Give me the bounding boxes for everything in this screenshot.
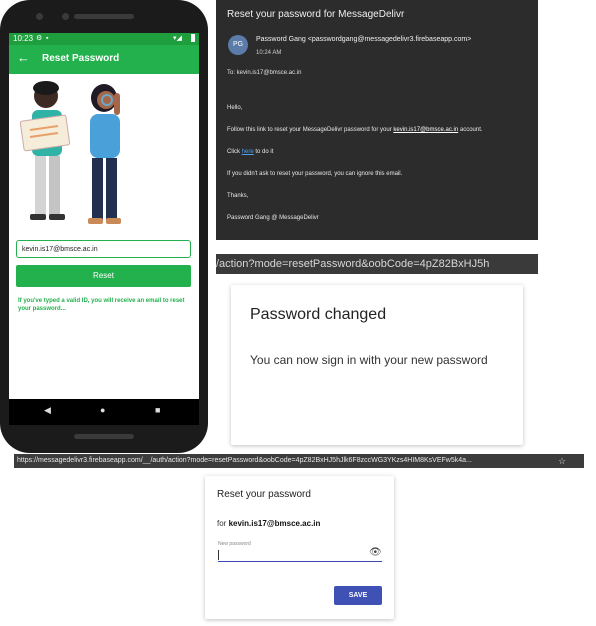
email-panel: Reset your password for MessageDelivr PG… bbox=[216, 0, 538, 240]
email-body: Hello, Follow this link to reset your Me… bbox=[227, 104, 532, 236]
new-password-input[interactable]: 👁 bbox=[218, 547, 382, 562]
phone-sensor bbox=[62, 13, 69, 20]
reset-button[interactable]: Reset bbox=[16, 265, 191, 287]
phone-frame: 10:23 ⚙ ▪ ▾◢ ← Reset Password kevin.is17… bbox=[0, 0, 208, 453]
new-password-label: New password bbox=[218, 541, 251, 547]
email-line-1: Follow this link to reset your MessageDe… bbox=[227, 127, 483, 133]
reset-password-card: Reset your password for kevin.is17@bmsce… bbox=[205, 476, 394, 619]
password-changed-card: Password changed You can now sign in wit… bbox=[231, 285, 523, 445]
reset-account-email: kevin.is17@bmsce.ac.in bbox=[228, 519, 321, 528]
email-thanks: Thanks, bbox=[227, 193, 249, 199]
account-link[interactable]: kevin.is17@bmsce.ac.in bbox=[393, 127, 458, 133]
nav-back-icon[interactable]: ◀ bbox=[44, 405, 51, 416]
sender-avatar: PG bbox=[228, 35, 248, 55]
app-bar-title: Reset Password bbox=[42, 53, 120, 64]
eye-icon[interactable]: 👁 bbox=[369, 547, 382, 558]
back-arrow-icon[interactable]: ← bbox=[17, 51, 30, 65]
phone-camera bbox=[36, 13, 43, 20]
save-button[interactable]: SAVE bbox=[334, 586, 382, 605]
reset-card-title: Reset your password bbox=[217, 489, 311, 500]
phone-screen: 10:23 ⚙ ▪ ▾◢ ← Reset Password kevin.is17… bbox=[9, 33, 199, 425]
email-time: 10:24 AM bbox=[256, 50, 282, 56]
email-subject: Reset your password for MessageDelivr bbox=[227, 9, 405, 20]
app-bar: ← Reset Password bbox=[9, 45, 199, 74]
email-line-3: If you didn't ask to reset your password… bbox=[227, 171, 403, 177]
email-signature: Password Gang @ MessageDelivr bbox=[227, 215, 319, 221]
url-fragment: /action?mode=resetPassword&oobCode=4pZ82… bbox=[216, 254, 538, 274]
status-time: 10:23 bbox=[13, 34, 34, 43]
password-changed-message: You can now sign in with your new passwo… bbox=[250, 353, 488, 367]
reset-hint: If you've typed a valid ID, you will rec… bbox=[18, 298, 185, 312]
people-illustration bbox=[19, 81, 121, 224]
email-greeting: Hello, bbox=[227, 105, 243, 111]
reset-link[interactable]: here bbox=[242, 149, 254, 155]
battery-icon bbox=[191, 34, 195, 42]
address-url[interactable]: https://messagedelivr3.firebaseapp.com/_… bbox=[17, 454, 472, 468]
email-line-2: Click here to do it bbox=[227, 149, 274, 155]
email-recipient: To: kevin.is17@bmsce.ac.in bbox=[227, 70, 302, 76]
nav-home-icon[interactable]: ● bbox=[100, 405, 105, 415]
email-input[interactable]: kevin.is17@bmsce.ac.in bbox=[16, 240, 191, 258]
android-nav-bar: ◀ ● ■ bbox=[9, 399, 199, 425]
bookmark-star-icon[interactable]: ☆ bbox=[558, 454, 566, 468]
text-cursor bbox=[218, 550, 219, 560]
browser-address-bar[interactable]: https://messagedelivr3.firebaseapp.com/_… bbox=[14, 454, 584, 468]
reset-for-account: for kevin.is17@bmsce.ac.in bbox=[217, 519, 321, 528]
email-sender: Password Gang <passwordgang@messagedeliv… bbox=[256, 36, 472, 43]
wifi-signal-icon: ▾◢ bbox=[173, 35, 182, 42]
sd-card-icon: ▪ bbox=[46, 35, 49, 42]
phone-speaker bbox=[74, 14, 134, 19]
nav-recent-icon[interactable]: ■ bbox=[155, 405, 160, 415]
settings-icon: ⚙ bbox=[36, 35, 43, 42]
password-changed-title: Password changed bbox=[250, 306, 387, 323]
status-bar: 10:23 ⚙ ▪ ▾◢ bbox=[9, 33, 199, 45]
phone-bottom-speaker bbox=[74, 434, 134, 439]
